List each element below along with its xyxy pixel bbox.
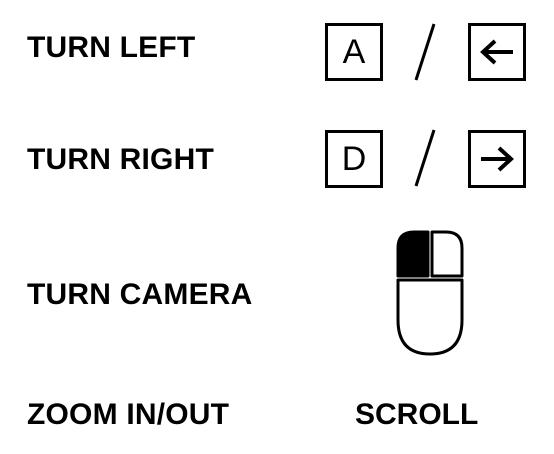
- turn-right-label: TURN RIGHT: [27, 143, 214, 176]
- turn-left-label: TURN LEFT: [27, 31, 196, 64]
- turn-camera-label: TURN CAMERA: [27, 278, 253, 311]
- separator-slash-icon: [414, 23, 436, 81]
- separator-slash-icon: [414, 129, 436, 187]
- right-arrow-icon: [481, 146, 514, 172]
- mouse-left-click-icon: [396, 230, 464, 356]
- left-arrow-key: [468, 23, 526, 81]
- zoom-label: ZOOM IN/OUT: [27, 398, 230, 431]
- key-d: D: [325, 130, 383, 188]
- key-a: A: [325, 23, 383, 81]
- right-arrow-key: [468, 130, 526, 188]
- scroll-label: SCROLL: [355, 398, 479, 431]
- left-arrow-icon: [480, 39, 513, 65]
